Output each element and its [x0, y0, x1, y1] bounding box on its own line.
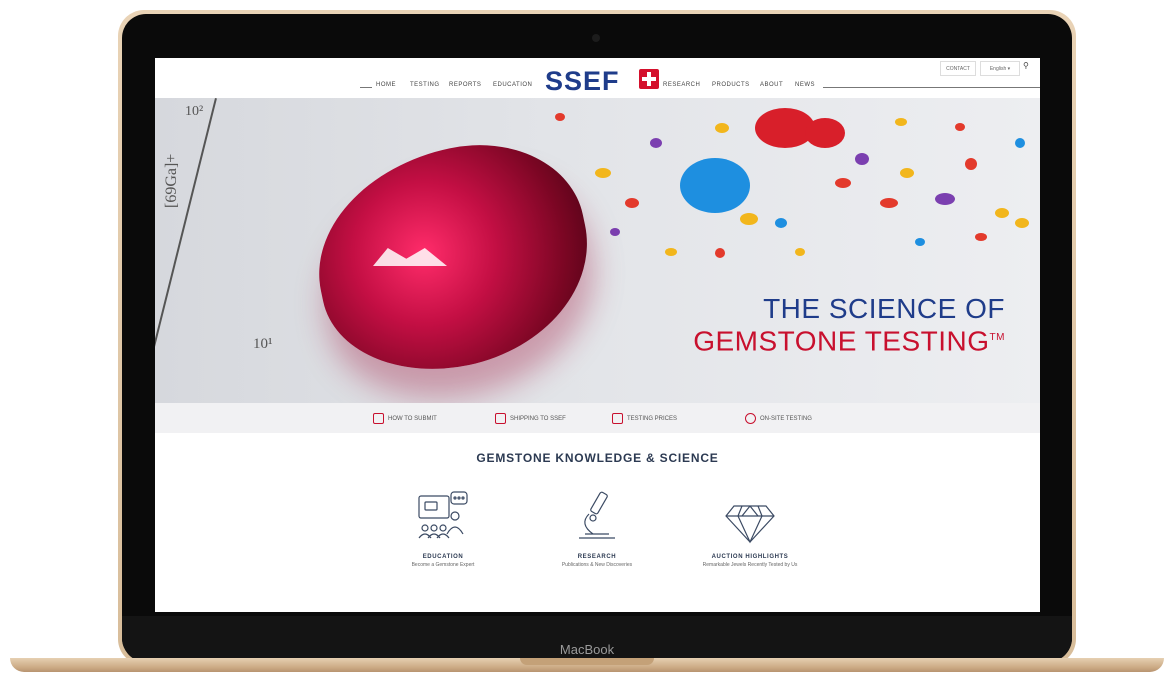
plane-icon [495, 413, 506, 424]
quick-links-bar: HOW TO SUBMIT SHIPPING TO SSEF TESTING P… [155, 403, 1040, 433]
top-navigation: HOME TESTING REPORTS EDUCATION SSEF RESE… [155, 58, 1040, 98]
quicklink-on-site-testing[interactable]: ON-SITE TESTING [745, 413, 812, 424]
axis-label: [69Ga]+ [163, 153, 180, 208]
swiss-cross-icon [639, 69, 659, 89]
section-title: GEMSTONE KNOWLEDGE & SCIENCE [476, 451, 719, 465]
hero-title-line2: GEMSTONE TESTINGTM [615, 323, 1005, 355]
card-subtitle: Publications & New Discoveries [561, 562, 633, 568]
quicklink-label: SHIPPING TO SSEF [510, 415, 566, 422]
box-icon [373, 413, 384, 424]
card-subtitle: Become a Gemstone Expert [411, 562, 475, 568]
card-auction-highlights[interactable]: AUCTION HIGHLIGHTS Remarkable Jewels Rec… [675, 488, 825, 568]
hero-title-line2-text: GEMSTONE TESTING [693, 325, 990, 357]
language-select[interactable]: English ▾ [980, 61, 1020, 76]
quicklink-label: ON-SITE TESTING [760, 415, 812, 422]
card-subtitle: Remarkable Jewels Recently Tested by Us [702, 562, 798, 568]
nav-home[interactable]: HOME [376, 82, 396, 88]
hero-title: THE SCIENCE OF GEMSTONE TESTINGTM [615, 294, 1005, 355]
website-screen: HOME TESTING REPORTS EDUCATION SSEF RESE… [155, 58, 1040, 612]
quicklink-testing-prices[interactable]: TESTING PRICES [612, 413, 677, 424]
search-icon[interactable]: ⚲ [1023, 61, 1029, 70]
contact-button[interactable]: CONTACT [940, 61, 976, 76]
nav-products[interactable]: PRODUCTS [712, 82, 750, 88]
quicklink-label: HOW TO SUBMIT [388, 415, 437, 422]
nav-rule-left [360, 87, 372, 88]
device-label: MacBook [559, 642, 615, 657]
camera-icon [592, 34, 600, 42]
axis-tick-bottom: 10¹ [253, 336, 273, 352]
card-title: AUCTION HIGHLIGHTS [711, 554, 789, 560]
card-title: RESEARCH [577, 554, 617, 560]
card-education[interactable]: EDUCATION Become a Gemstone Expert [368, 488, 518, 568]
hero-title-line1: THE SCIENCE OF [763, 293, 1005, 324]
card-research[interactable]: RESEARCH Publications & New Discoveries [522, 488, 672, 568]
quicklink-how-to-submit[interactable]: HOW TO SUBMIT [373, 413, 437, 424]
nav-testing[interactable]: TESTING [410, 82, 440, 88]
quicklink-shipping[interactable]: SHIPPING TO SSEF [495, 413, 566, 424]
axis-line [155, 98, 217, 395]
ssef-logo[interactable]: SSEF [545, 66, 620, 97]
nav-rule-right [823, 87, 1040, 88]
trademark-mark: TM [989, 332, 1005, 343]
ruby-gemstone [297, 124, 609, 392]
nav-news[interactable]: NEWS [795, 82, 815, 88]
laptop-notch [520, 658, 654, 665]
nav-research[interactable]: RESEARCH [663, 82, 700, 88]
presentation-icon [413, 488, 473, 548]
microscope-icon [567, 488, 627, 548]
hero-banner: 10² 10¹ [69Ga]+ THE SCIENCE OF GEMSTONE … [155, 98, 1040, 403]
quicklink-label: TESTING PRICES [627, 415, 678, 422]
document-icon [612, 413, 623, 424]
nav-education[interactable]: EDUCATION [493, 82, 532, 88]
globe-icon [745, 413, 756, 424]
axis-tick-top: 10² [185, 104, 204, 119]
card-title: EDUCATION [422, 554, 464, 560]
diamond-icon [720, 488, 780, 548]
nav-about[interactable]: ABOUT [760, 82, 783, 88]
nav-reports[interactable]: REPORTS [449, 82, 481, 88]
